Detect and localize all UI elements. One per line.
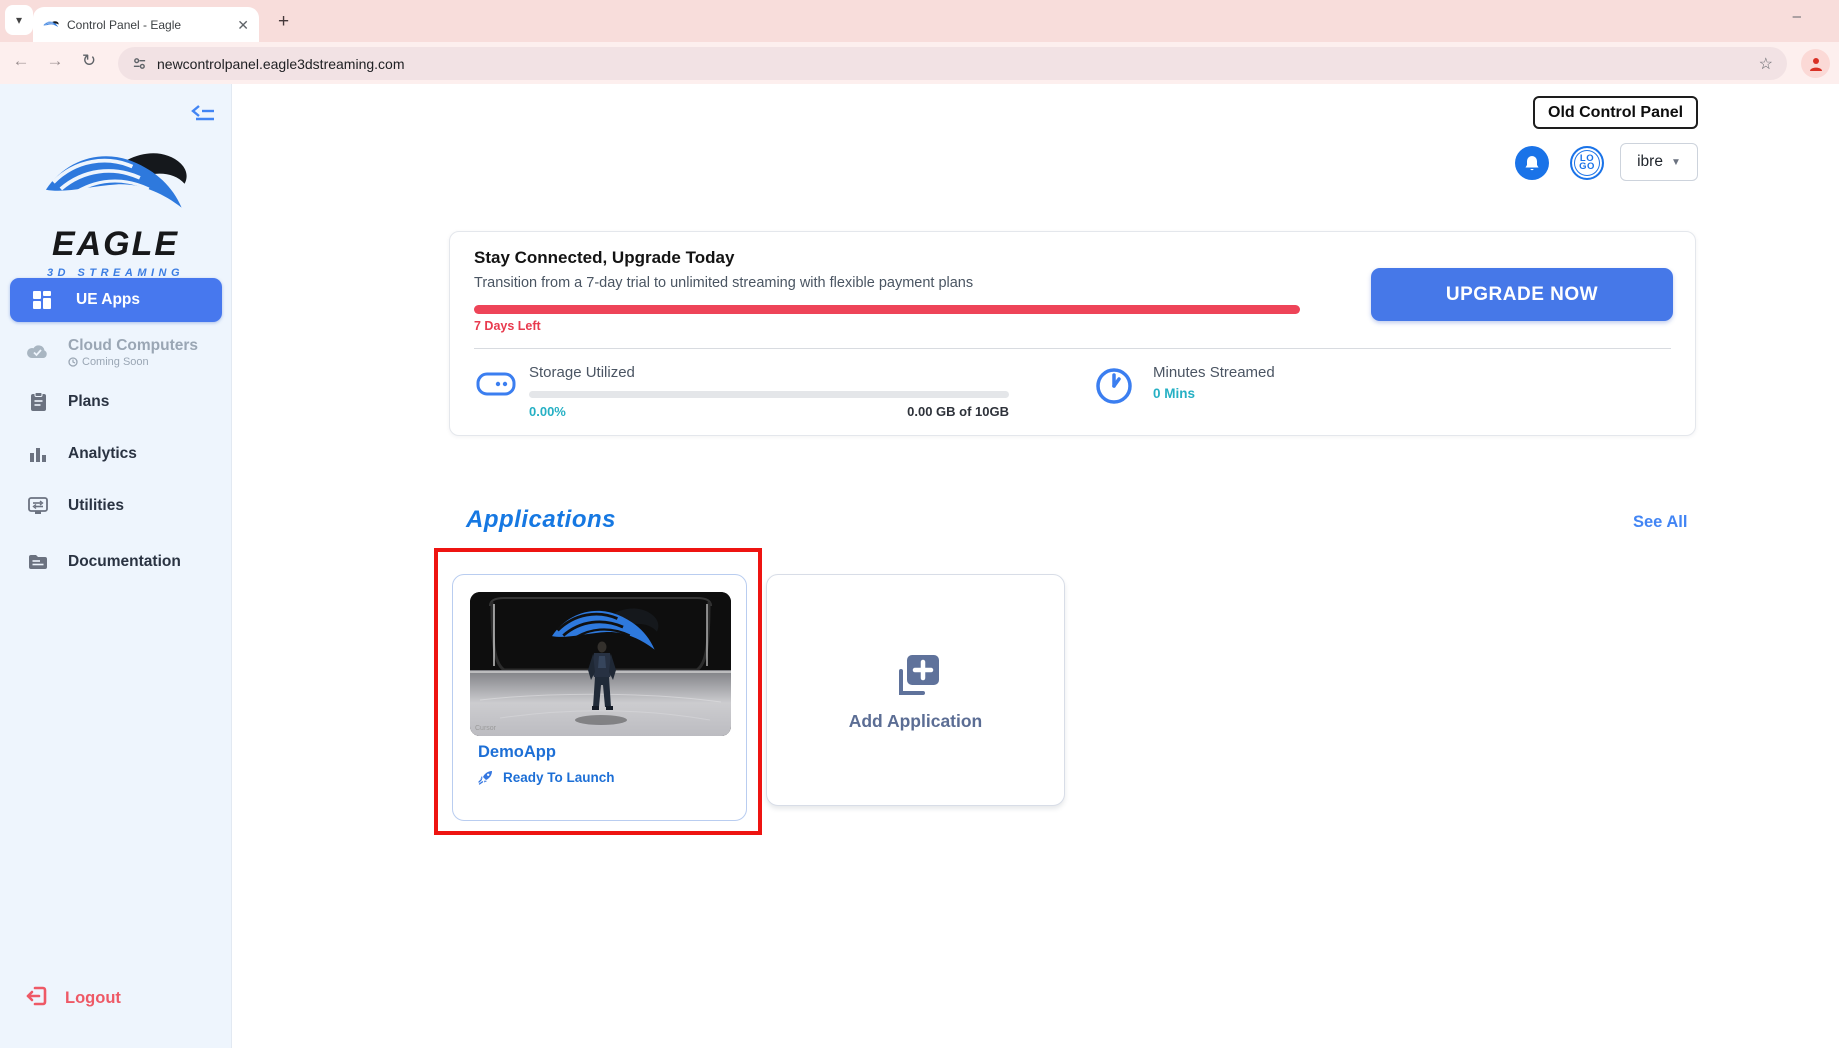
bar-chart-icon (26, 445, 50, 463)
clock-icon (1094, 366, 1134, 411)
sidebar-collapse-icon[interactable] (191, 103, 215, 130)
sidebar-item-cloud-computers: Cloud Computers Coming Soon (0, 331, 231, 373)
upgrade-now-button[interactable]: UPGRADE NOW (1371, 268, 1673, 321)
demo-app-status: Ready To Launch (478, 769, 615, 785)
app-root: EAGLE 3D STREAMING UE Apps Cloud Compute… (0, 84, 1839, 1048)
days-left-label: 7 Days Left (474, 319, 541, 333)
minutes-streamed-value: 0 Mins (1153, 386, 1195, 401)
demo-app-name[interactable]: DemoApp (478, 743, 556, 762)
old-control-panel-button[interactable]: Old Control Panel (1533, 96, 1698, 129)
notifications-button[interactable] (1515, 146, 1549, 180)
eagle-logo: EAGLE 3D STREAMING (0, 142, 231, 279)
grid-icon (30, 290, 54, 310)
banner-divider (474, 348, 1671, 349)
browser-tab-strip: ▾ Control Panel - Eagle ✕ + – (0, 0, 1839, 42)
back-icon[interactable]: ← (8, 51, 34, 71)
tab-title: Control Panel - Eagle (67, 18, 229, 32)
clipboard-icon (26, 392, 50, 412)
cloud-icon (26, 343, 50, 361)
storage-usage: 0.00 GB of 10GB (529, 404, 1009, 419)
bell-icon (1524, 155, 1540, 172)
see-all-link[interactable]: See All (1633, 513, 1687, 532)
sidebar-item-plans[interactable]: Plans (0, 387, 231, 417)
thumbnail-character (585, 640, 619, 728)
console-transfer-icon (26, 497, 50, 515)
sidebar-item-label: Documentation (68, 553, 181, 571)
sidebar-item-documentation[interactable]: Documentation (0, 547, 231, 577)
applications-heading: Applications (466, 506, 616, 534)
reload-icon[interactable]: ↻ (76, 51, 102, 71)
window-minimize-icon[interactable]: – (1793, 8, 1801, 25)
sidebar-item-label: Analytics (68, 445, 137, 463)
sidebar: EAGLE 3D STREAMING UE Apps Cloud Compute… (0, 84, 232, 1048)
logout-label: Logout (65, 989, 121, 1008)
demo-app-card[interactable]: Cursor DemoApp Ready To Launch (452, 574, 747, 821)
add-application-card[interactable]: Add Application (766, 574, 1065, 806)
browser-profile-avatar[interactable] (1801, 49, 1830, 78)
sidebar-item-label: Plans (68, 393, 109, 411)
rocket-icon (478, 769, 494, 785)
tab-close-icon[interactable]: ✕ (237, 18, 249, 32)
sidebar-item-label: Utilities (68, 497, 124, 515)
sidebar-item-analytics[interactable]: Analytics (0, 439, 231, 469)
old-control-panel-label: Old Control Panel (1548, 104, 1683, 122)
demo-app-thumbnail[interactable]: Cursor (470, 592, 731, 736)
logout-icon (26, 985, 49, 1012)
eagle-swoosh-icon (40, 142, 192, 224)
coming-soon-badge: Coming Soon (68, 356, 198, 368)
demo-app-status-label: Ready To Launch (503, 770, 615, 785)
logout-button[interactable]: Logout (26, 985, 121, 1012)
url-text[interactable]: newcontrolpanel.eagle3dstreaming.com (157, 56, 1749, 72)
storage-label: Storage Utilized (529, 364, 635, 381)
storage-icon (476, 370, 516, 403)
address-bar[interactable]: newcontrolpanel.eagle3dstreaming.com ☆ (118, 47, 1787, 80)
clock-small-icon (68, 357, 78, 367)
account-dropdown[interactable]: ibre ▼ (1620, 143, 1698, 181)
sidebar-item-utilities[interactable]: Utilities (0, 491, 231, 521)
brand-name: EAGLE (0, 225, 231, 264)
logo-badge-bottom: GO (1579, 163, 1595, 172)
add-application-label: Add Application (849, 711, 983, 732)
bookmark-star-icon[interactable]: ☆ (1759, 54, 1773, 74)
favicon-eagle (43, 19, 59, 30)
banner-title: Stay Connected, Upgrade Today (474, 248, 734, 268)
upgrade-banner: Stay Connected, Upgrade Today Transition… (449, 231, 1696, 436)
new-tab-icon[interactable]: + (278, 11, 289, 33)
trial-progress-bar (474, 305, 1300, 314)
thumbnail-watermark: Cursor (475, 725, 496, 732)
browser-toolbar: ← → ↻ newcontrolpanel.eagle3dstreaming.c… (0, 42, 1839, 84)
sidebar-item-label: UE Apps (76, 291, 140, 309)
site-settings-icon[interactable] (132, 56, 147, 71)
logo-badge-button[interactable]: LO GO (1570, 146, 1604, 180)
browser-tab[interactable]: Control Panel - Eagle ✕ (33, 7, 259, 42)
folder-icon (26, 554, 50, 570)
sidebar-item-ue-apps[interactable]: UE Apps (10, 278, 222, 322)
sidebar-item-label: Cloud Computers (68, 337, 198, 355)
banner-subtitle: Transition from a 7-day trial to unlimit… (474, 275, 973, 291)
minutes-streamed-label: Minutes Streamed (1153, 364, 1275, 381)
account-name: ibre (1637, 153, 1663, 171)
tab-search-chevron[interactable]: ▾ (5, 5, 33, 35)
add-application-icon (888, 649, 944, 703)
chevron-down-icon: ▼ (1671, 157, 1681, 168)
storage-progress-track (529, 391, 1009, 398)
forward-icon[interactable]: → (42, 51, 68, 71)
